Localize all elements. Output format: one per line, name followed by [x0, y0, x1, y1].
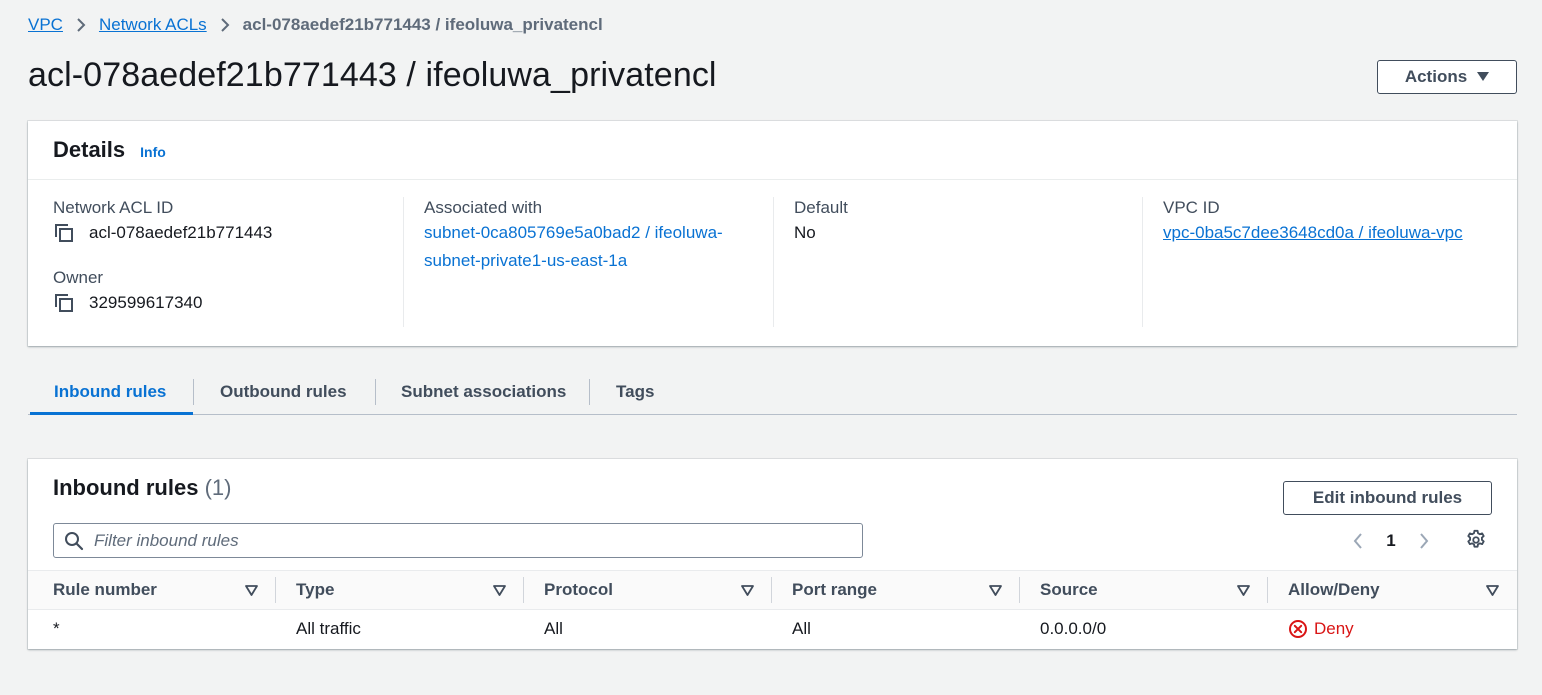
chevron-left-icon	[1353, 533, 1362, 549]
tab-subnet-associations[interactable]: Subnet associations	[376, 370, 589, 414]
column-header-type[interactable]: Type	[276, 571, 524, 609]
details-title: Details	[53, 137, 126, 162]
column-header-label: Protocol	[544, 580, 613, 599]
filter-inbound-rules-input[interactable]	[94, 530, 834, 551]
default-value: No	[794, 223, 816, 242]
network-acl-id-value: acl-078aedef21b771443	[89, 223, 273, 242]
column-header-port-range[interactable]: Port range	[772, 571, 1020, 609]
chevron-right-icon	[63, 18, 99, 32]
column-header-label: Source	[1040, 580, 1098, 599]
breadcrumb-vpc-link[interactable]: VPC	[28, 15, 63, 35]
owner-label: Owner	[53, 268, 104, 287]
actions-button[interactable]: Actions	[1377, 60, 1517, 94]
details-column-ids: Network ACL ID acl-078aedef21b771443 Own…	[28, 197, 403, 327]
breadcrumb-current: acl-078aedef21b771443 / ifeoluwa_private…	[242, 15, 603, 34]
details-panel: Details Info Network ACL ID acl-078aedef…	[28, 121, 1517, 346]
column-header-source[interactable]: Source	[1020, 571, 1268, 609]
column-header-rule-number[interactable]: Rule number	[28, 571, 276, 609]
sort-icon[interactable]	[1237, 584, 1250, 597]
copy-icon[interactable]	[53, 292, 75, 314]
sort-icon[interactable]	[493, 584, 506, 597]
cell-rule-number: *	[53, 619, 60, 638]
tab-outbound-rules[interactable]: Outbound rules	[194, 370, 375, 414]
previous-page-button[interactable]	[1346, 529, 1370, 553]
table-row[interactable]: * All traffic All All 0.0.0.0/0 Deny	[28, 610, 1517, 648]
tab-tags[interactable]: Tags	[590, 370, 690, 414]
cell-source: 0.0.0.0/0	[1040, 619, 1107, 638]
cell-type: All traffic	[296, 619, 361, 638]
tab-list: Inbound rules Outbound rules Subnet asso…	[28, 370, 1517, 415]
details-column-default: Default No	[773, 197, 1142, 327]
column-header-label: Allow/Deny	[1288, 580, 1380, 599]
cell-protocol: All	[544, 619, 563, 638]
gear-icon[interactable]	[1465, 529, 1487, 551]
details-column-vpc: VPC ID vpc-0ba5c7dee3648cd0a / ifeoluwa-…	[1142, 197, 1517, 327]
deny-status: Deny	[1288, 619, 1354, 639]
inbound-rules-count: (1)	[204, 475, 232, 500]
chevron-right-icon	[1420, 533, 1429, 549]
next-page-button[interactable]	[1412, 529, 1436, 553]
column-header-allow-deny[interactable]: Allow/Deny	[1268, 571, 1517, 609]
inbound-rules-table: Rule number Type Protocol Port range Sou	[28, 570, 1517, 648]
details-columns: Network ACL ID acl-078aedef21b771443 Own…	[28, 197, 1517, 327]
page-title: acl-078aedef21b771443 / ifeoluwa_private…	[28, 56, 717, 94]
sort-icon[interactable]	[741, 584, 754, 597]
column-header-label: Rule number	[53, 580, 157, 599]
caret-down-icon	[1477, 72, 1490, 81]
sort-icon[interactable]	[989, 584, 1002, 597]
deny-label: Deny	[1314, 619, 1354, 638]
inbound-rules-heading: Inbound rules	[53, 475, 199, 500]
owner-row: 329599617340	[53, 289, 403, 317]
sort-icon[interactable]	[1486, 584, 1499, 597]
cell-port-range: All	[792, 619, 811, 638]
edit-inbound-rules-button[interactable]: Edit inbound rules	[1283, 481, 1492, 515]
search-icon	[65, 531, 84, 550]
breadcrumb-network-acls-link[interactable]: Network ACLs	[99, 15, 207, 35]
details-column-associated: Associated with subnet-0ca805769e5a0bad2…	[403, 197, 773, 327]
copy-icon[interactable]	[53, 222, 75, 244]
owner-value: 329599617340	[89, 293, 203, 312]
column-header-label: Type	[296, 580, 335, 599]
column-header-label: Port range	[792, 580, 878, 599]
owner-block: Owner 329599617340	[53, 267, 403, 317]
cell-allow-deny: Deny	[1268, 610, 1517, 648]
info-link[interactable]: Info	[140, 144, 166, 160]
breadcrumb: VPC Network ACLs acl-078aedef21b771443 /…	[28, 14, 603, 36]
filter-box	[53, 523, 863, 558]
tab-inbound-rules[interactable]: Inbound rules	[28, 370, 193, 415]
actions-button-label: Actions	[1404, 67, 1468, 86]
details-header: Details Info	[28, 121, 1517, 180]
network-acl-id-label: Network ACL ID	[53, 198, 174, 217]
inbound-rules-title: Inbound rules (1)	[53, 475, 231, 501]
pagination: 1	[1346, 529, 1436, 553]
page-number[interactable]: 1	[1370, 531, 1412, 551]
inbound-rules-panel: Inbound rules (1) Edit inbound rules 1 R…	[28, 459, 1517, 649]
x-circle-icon	[1289, 620, 1307, 638]
associated-with-label: Associated with	[424, 198, 543, 217]
network-acl-id-row: acl-078aedef21b771443	[53, 219, 403, 247]
associated-subnet-link[interactable]: subnet-0ca805769e5a0bad2 / ifeoluwa-subn…	[424, 219, 754, 275]
default-label: Default	[794, 198, 848, 217]
sort-icon[interactable]	[245, 584, 258, 597]
vpc-id-link[interactable]: vpc-0ba5c7dee3648cd0a / ifeoluwa-vpc	[1163, 223, 1463, 242]
chevron-right-icon	[207, 18, 243, 32]
column-header-protocol[interactable]: Protocol	[524, 571, 772, 609]
table-header: Rule number Type Protocol Port range Sou	[28, 570, 1517, 610]
vpc-id-label: VPC ID	[1163, 198, 1220, 217]
